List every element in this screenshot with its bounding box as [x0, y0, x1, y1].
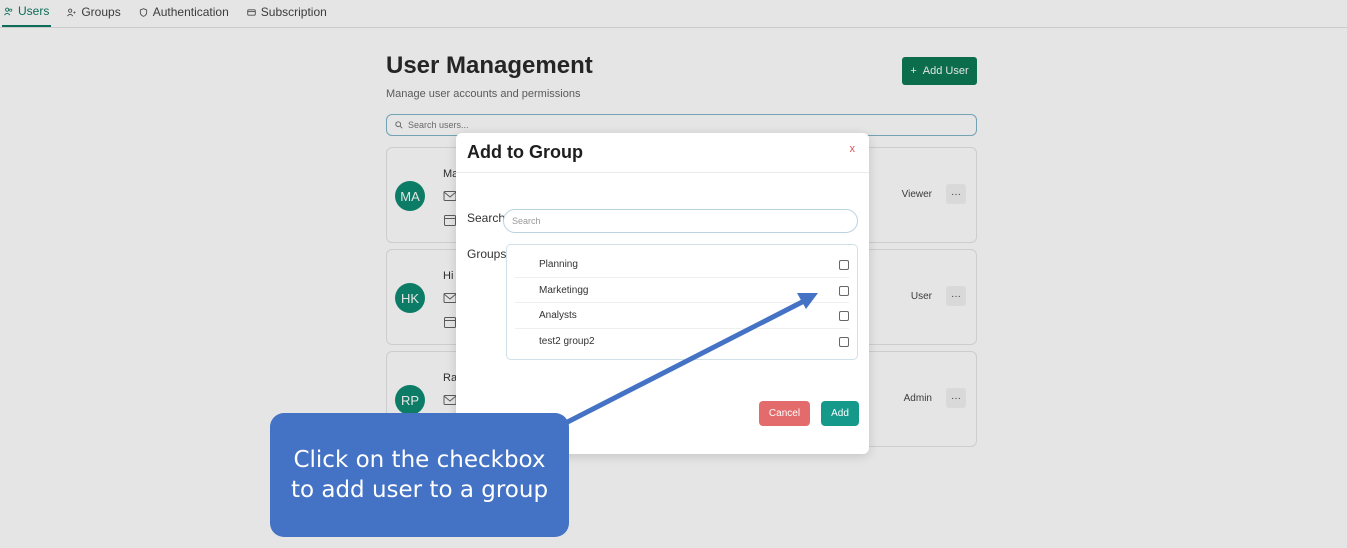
- group-name: test2 group2: [539, 335, 595, 347]
- dialog-title: Add to Group: [467, 142, 583, 162]
- group-search-input[interactable]: [503, 209, 858, 233]
- search-label: Search: [467, 211, 506, 225]
- annotation-callout: Click on the checkbox to add user to a g…: [270, 413, 569, 537]
- add-to-group-dialog: Add to Group x Search Groups Planning Ma…: [456, 133, 869, 454]
- cancel-button[interactable]: Cancel: [759, 401, 810, 426]
- add-button[interactable]: Add: [821, 401, 859, 426]
- groups-label: Groups: [467, 247, 507, 261]
- group-name: Planning: [539, 259, 578, 270]
- group-name: Marketingg: [539, 284, 589, 296]
- group-list: Planning Marketingg Analysts test2 group…: [506, 244, 858, 360]
- group-row-analysts: Analysts: [515, 303, 849, 329]
- group-row-planning: Planning: [515, 252, 849, 278]
- group-row-test2-group2: test2 group2: [515, 329, 849, 355]
- group-row-marketingg: Marketingg: [515, 278, 849, 303]
- group-checkbox[interactable]: [839, 260, 849, 270]
- group-name: Analysts: [539, 310, 577, 321]
- group-checkbox[interactable]: [839, 336, 849, 347]
- user-management-page: Users Groups Authentication Subscription…: [0, 0, 1347, 548]
- close-icon[interactable]: x: [850, 143, 856, 155]
- group-checkbox[interactable]: [839, 311, 849, 321]
- group-checkbox[interactable]: [839, 285, 849, 296]
- dialog-header: Add to Group x: [456, 133, 869, 173]
